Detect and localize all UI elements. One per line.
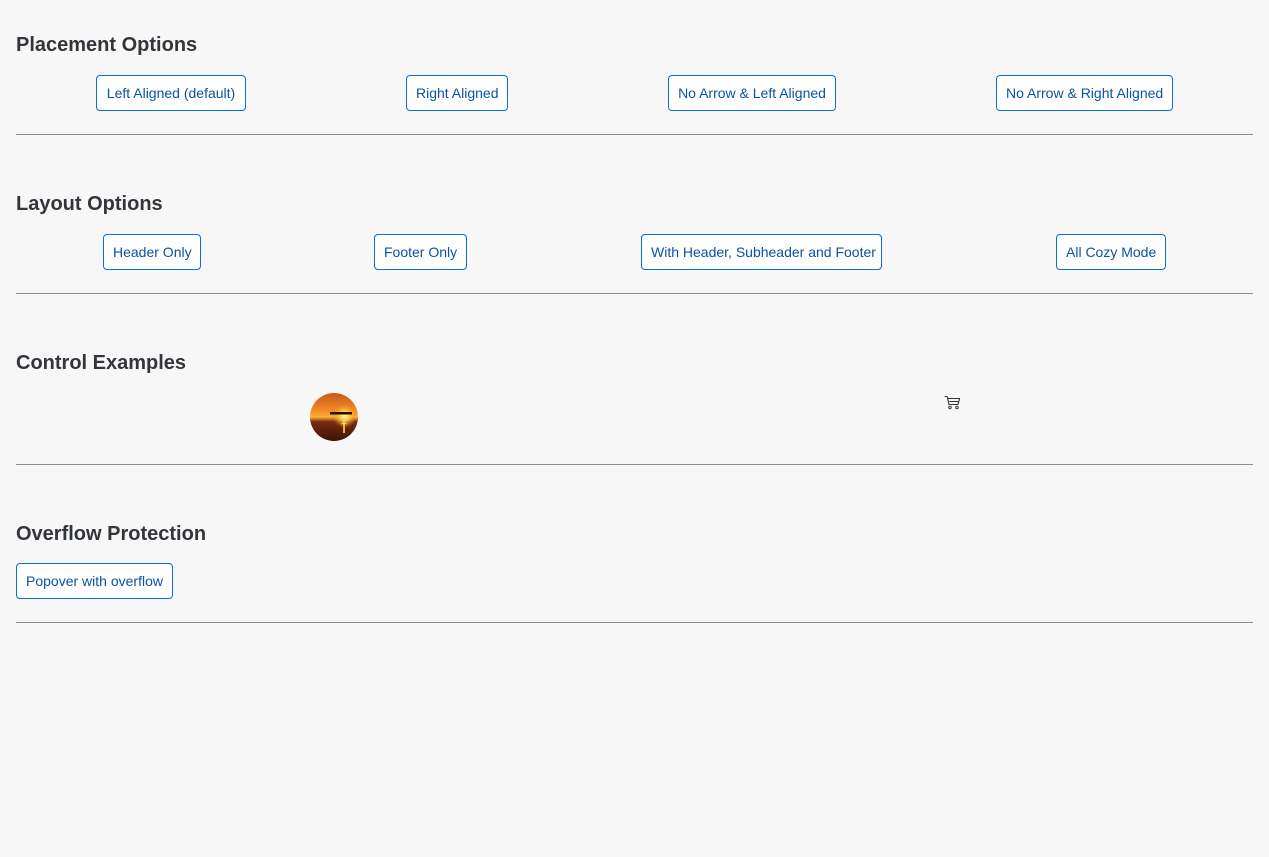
popover-with-overflow-button[interactable]: Popover with overflow <box>16 563 173 599</box>
no-arrow-right-aligned-button-label: No Arrow & Right Aligned <box>1006 85 1164 101</box>
header-subheader-footer-button[interactable]: With Header, Subheader and Footer <box>641 234 882 270</box>
footer-only-button-label: Footer Only <box>384 244 458 260</box>
divider-overflow <box>16 622 1253 623</box>
sunset-avatar-image <box>310 393 358 441</box>
header-only-button[interactable]: Header Only <box>103 234 201 270</box>
left-aligned-button-label: Left Aligned (default) <box>106 85 236 101</box>
section-title-layout: Layout Options <box>16 193 163 215</box>
right-aligned-button-label: Right Aligned <box>416 85 499 101</box>
footer-only-button[interactable]: Footer Only <box>374 234 467 270</box>
divider-layout <box>16 293 1253 294</box>
no-arrow-left-aligned-button-label: No Arrow & Left Aligned <box>678 85 826 101</box>
left-aligned-button[interactable]: Left Aligned (default) <box>96 75 246 111</box>
no-arrow-left-aligned-button[interactable]: No Arrow & Left Aligned <box>668 75 836 111</box>
avatar[interactable] <box>310 393 358 441</box>
page: Placement Options Left Aligned (default)… <box>0 0 1269 857</box>
cart-icon[interactable] <box>944 395 961 410</box>
section-title-overflow: Overflow Protection <box>16 523 207 545</box>
section-title-placement: Placement Options <box>16 34 198 56</box>
header-subheader-footer-button-label: With Header, Subheader and Footer <box>651 244 876 260</box>
no-arrow-right-aligned-button[interactable]: No Arrow & Right Aligned <box>996 75 1173 111</box>
popover-with-overflow-button-label: Popover with overflow <box>26 573 163 589</box>
section-title-controls: Control Examples <box>16 352 187 374</box>
header-only-button-label: Header Only <box>113 244 192 260</box>
all-cozy-mode-button-label: All Cozy Mode <box>1066 244 1157 260</box>
right-aligned-button[interactable]: Right Aligned <box>406 75 508 111</box>
divider-controls <box>16 464 1253 465</box>
all-cozy-mode-button[interactable]: All Cozy Mode <box>1056 234 1166 270</box>
divider-placement <box>16 134 1253 135</box>
